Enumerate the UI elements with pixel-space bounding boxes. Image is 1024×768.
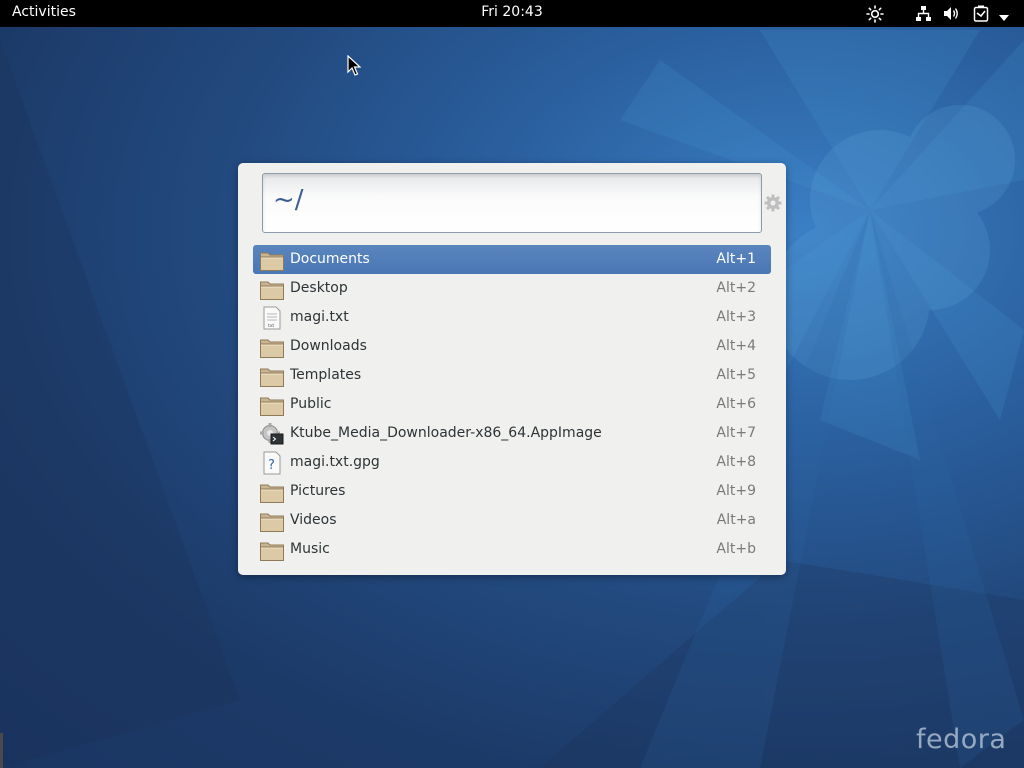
path-query-text: ~/ [273,185,304,215]
svg-text:?: ? [268,458,275,473]
result-shortcut: Alt+b [716,541,756,557]
result-shortcut: Alt+5 [716,367,756,383]
result-shortcut: Alt+3 [716,309,756,325]
folder-icon [259,538,285,562]
battery-icon[interactable] [973,5,989,26]
result-shortcut: Alt+4 [716,338,756,354]
result-name: Music [290,541,330,557]
result-name: Videos [290,512,337,528]
result-row[interactable]: Public Alt+6 [253,390,771,419]
mouse-pointer-icon [347,54,362,81]
file-launcher-panel: ~/ Documents Alt+1 Desktop Alt+2 txt magi.txt… [238,163,786,575]
result-row[interactable]: Ktube_Media_Downloader-x86_64.AppImage Al… [253,419,771,448]
chevron-down-icon[interactable] [998,10,1010,26]
folder-icon [259,480,285,504]
fedora-watermark: fedora [916,724,1007,755]
settings-gear-icon[interactable] [764,194,782,216]
result-row[interactable]: Downloads Alt+4 [253,332,771,361]
result-row[interactable]: Documents Alt+1 [253,245,771,274]
network-icon[interactable] [915,5,932,26]
result-shortcut: Alt+1 [716,251,756,267]
results-list: Documents Alt+1 Desktop Alt+2 txt magi.txt Alt… [253,245,771,564]
unknown-file-icon: ? [259,451,285,475]
folder-icon [259,248,285,272]
folder-icon [259,277,285,301]
result-row[interactable]: Templates Alt+5 [253,361,771,390]
result-row[interactable]: ? magi.txt.gpg Alt+8 [253,448,771,477]
brightness-icon[interactable] [866,5,884,27]
result-name: Downloads [290,338,367,354]
result-name: Documents [290,251,370,267]
activities-button[interactable]: Activities [12,4,76,20]
result-name: Public [290,396,332,412]
result-name: Ktube_Media_Downloader-x86_64.AppImage [290,425,602,441]
result-name: Desktop [290,280,348,296]
result-row[interactable]: Desktop Alt+2 [253,274,771,303]
executable-icon [259,422,285,446]
folder-icon [259,364,285,388]
result-name: magi.txt.gpg [290,454,380,470]
result-row[interactable]: Videos Alt+a [253,506,771,535]
result-row[interactable]: txt magi.txt Alt+3 [253,303,771,332]
folder-icon [259,335,285,359]
result-name: Templates [290,367,362,383]
top-bar: Activities Fri 20:43 [0,0,1024,27]
result-shortcut: Alt+7 [716,425,756,441]
result-shortcut: Alt+2 [716,280,756,296]
result-shortcut: Alt+9 [716,483,756,499]
folder-icon [259,393,285,417]
result-row[interactable]: Music Alt+b [253,535,771,564]
volume-icon[interactable] [943,5,961,26]
message-tray-edge [0,733,3,768]
result-name: magi.txt [290,309,349,325]
result-shortcut: Alt+6 [716,396,756,412]
result-shortcut: Alt+8 [716,454,756,470]
result-name: Pictures [290,483,346,499]
result-row[interactable]: Pictures Alt+9 [253,477,771,506]
clock-button[interactable]: Fri 20:43 [481,4,542,20]
text-file-icon: txt [259,306,285,330]
svg-text:txt: txt [268,323,274,329]
folder-icon [259,509,285,533]
path-search-input[interactable]: ~/ [262,173,762,233]
result-shortcut: Alt+a [716,512,756,528]
